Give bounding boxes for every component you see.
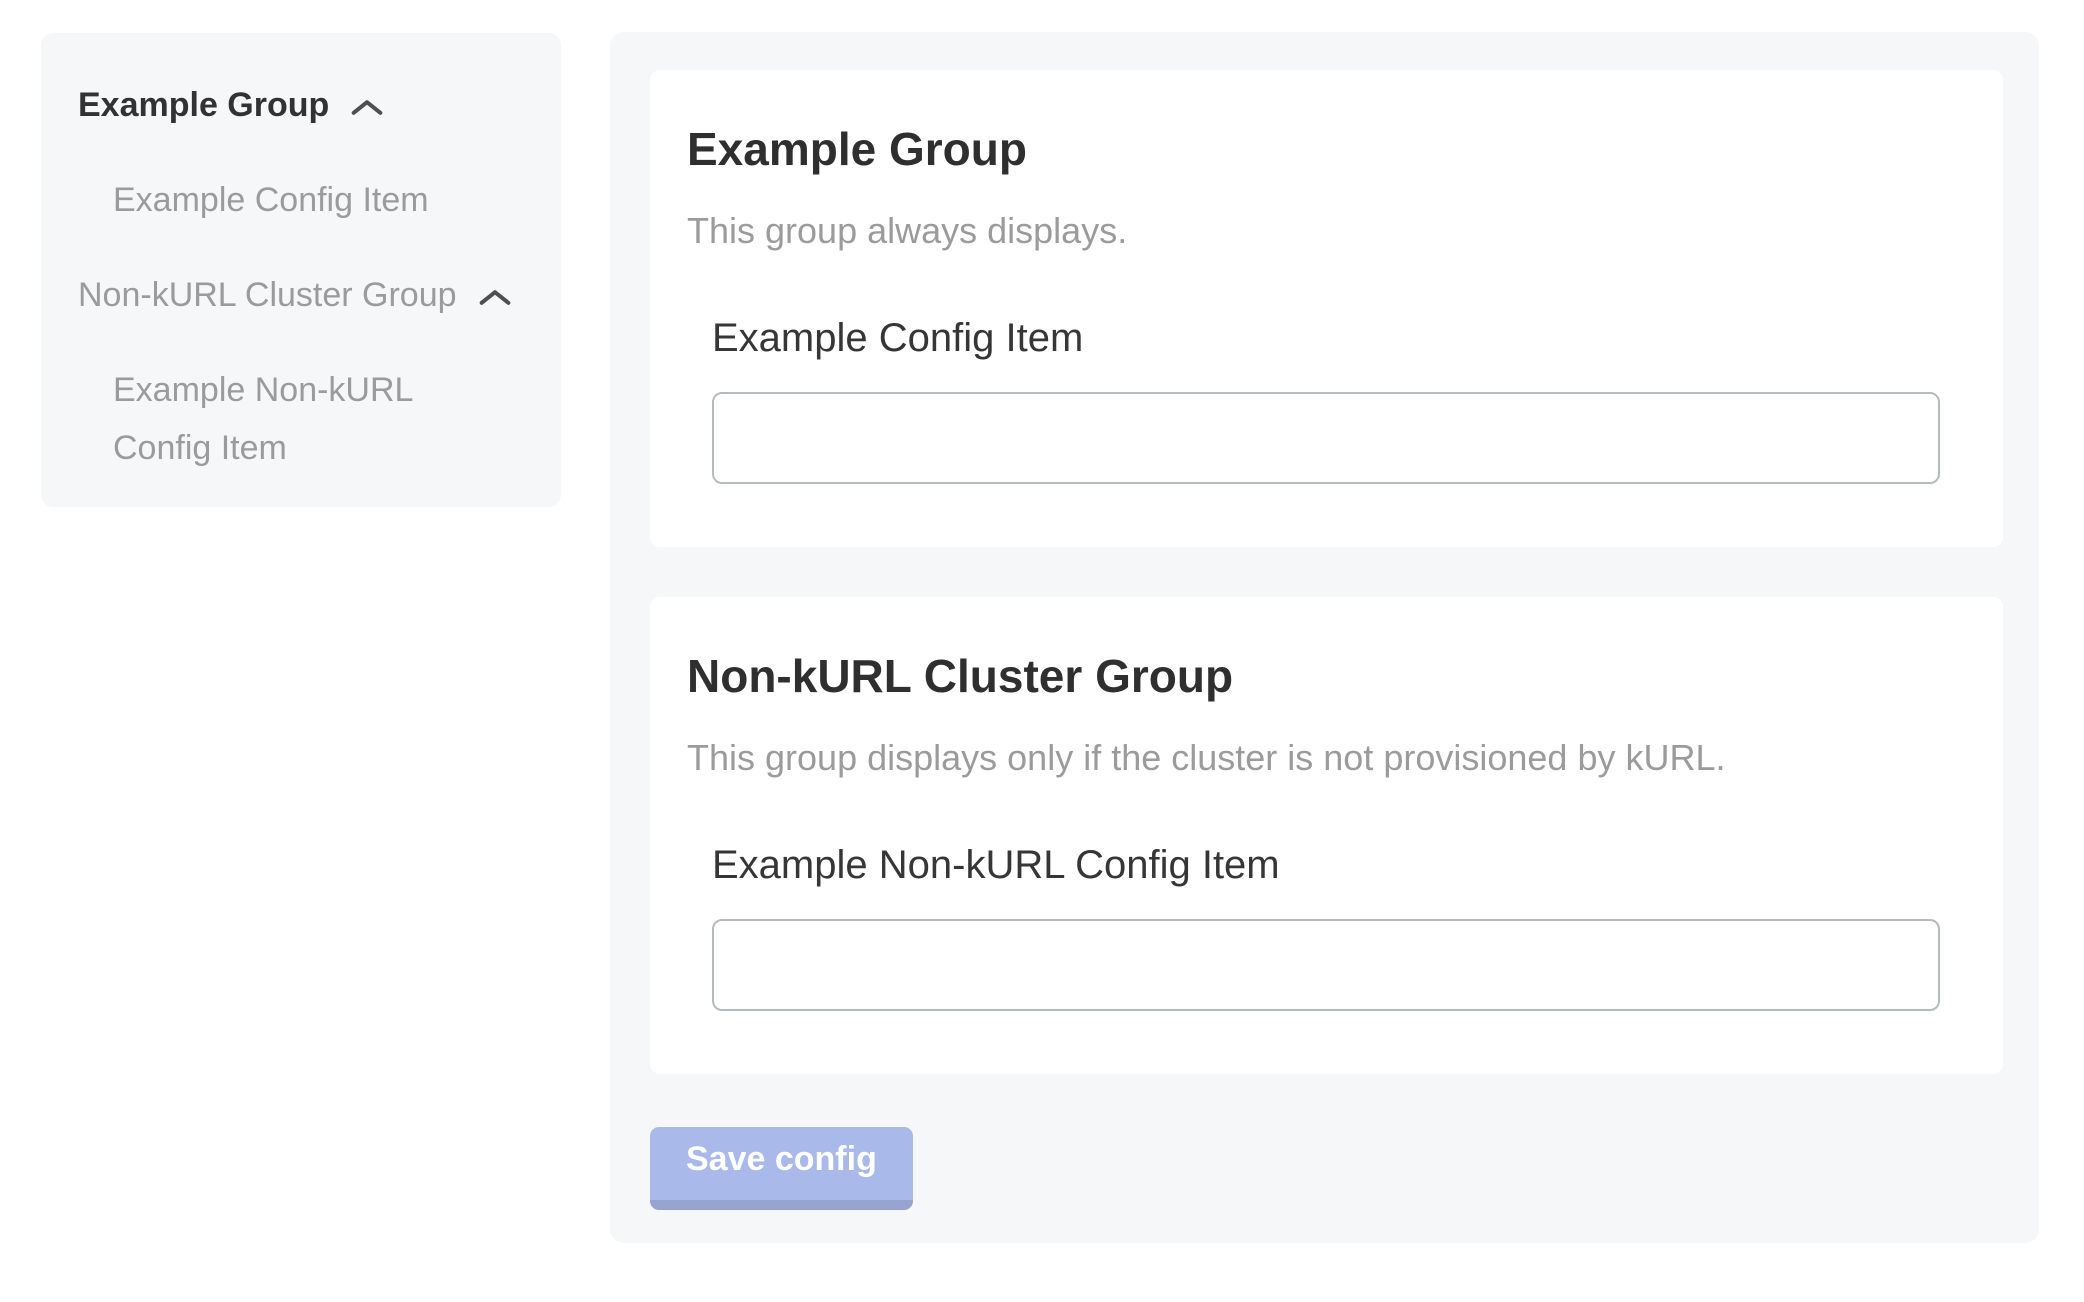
config-item: Example Config Item: [712, 317, 1940, 484]
config-item: Example Non-kURL Config Item: [712, 844, 1940, 1011]
chevron-up-icon: [479, 289, 511, 306]
sidebar-item-example-non-kurl-config-item[interactable]: Example Non-kURL Config Item: [113, 361, 469, 477]
group-description: This group always displays.: [687, 211, 1940, 251]
config-area: Example Group This group always displays…: [610, 32, 2039, 1243]
chevron-up-icon: [351, 99, 383, 116]
save-config-button[interactable]: Save config: [650, 1127, 913, 1210]
sidebar-item-example-config-item[interactable]: Example Config Item: [113, 171, 469, 229]
sidebar-group-label: Non-kURL Cluster Group: [78, 275, 457, 316]
config-item-label: Example Config Item: [712, 317, 1940, 359]
config-item-input-example-config-item[interactable]: [712, 392, 1940, 484]
group-title: Example Group: [687, 125, 1940, 173]
sidebar-group-example-group[interactable]: Example Group: [78, 85, 525, 126]
sidebar-group-non-kurl-cluster-group[interactable]: Non-kURL Cluster Group: [78, 275, 525, 316]
config-nav-sidebar: Example Group Example Config Item Non-kU…: [41, 33, 561, 507]
config-group-card-example-group: Example Group This group always displays…: [650, 70, 2003, 547]
sidebar-group-label: Example Group: [78, 85, 329, 126]
config-item-input-example-non-kurl-config-item[interactable]: [712, 919, 1940, 1011]
group-title: Non-kURL Cluster Group: [687, 652, 1940, 700]
config-group-card-non-kurl-cluster-group: Non-kURL Cluster Group This group displa…: [650, 597, 2003, 1074]
group-description: This group displays only if the cluster …: [687, 738, 1940, 778]
config-item-label: Example Non-kURL Config Item: [712, 844, 1940, 886]
